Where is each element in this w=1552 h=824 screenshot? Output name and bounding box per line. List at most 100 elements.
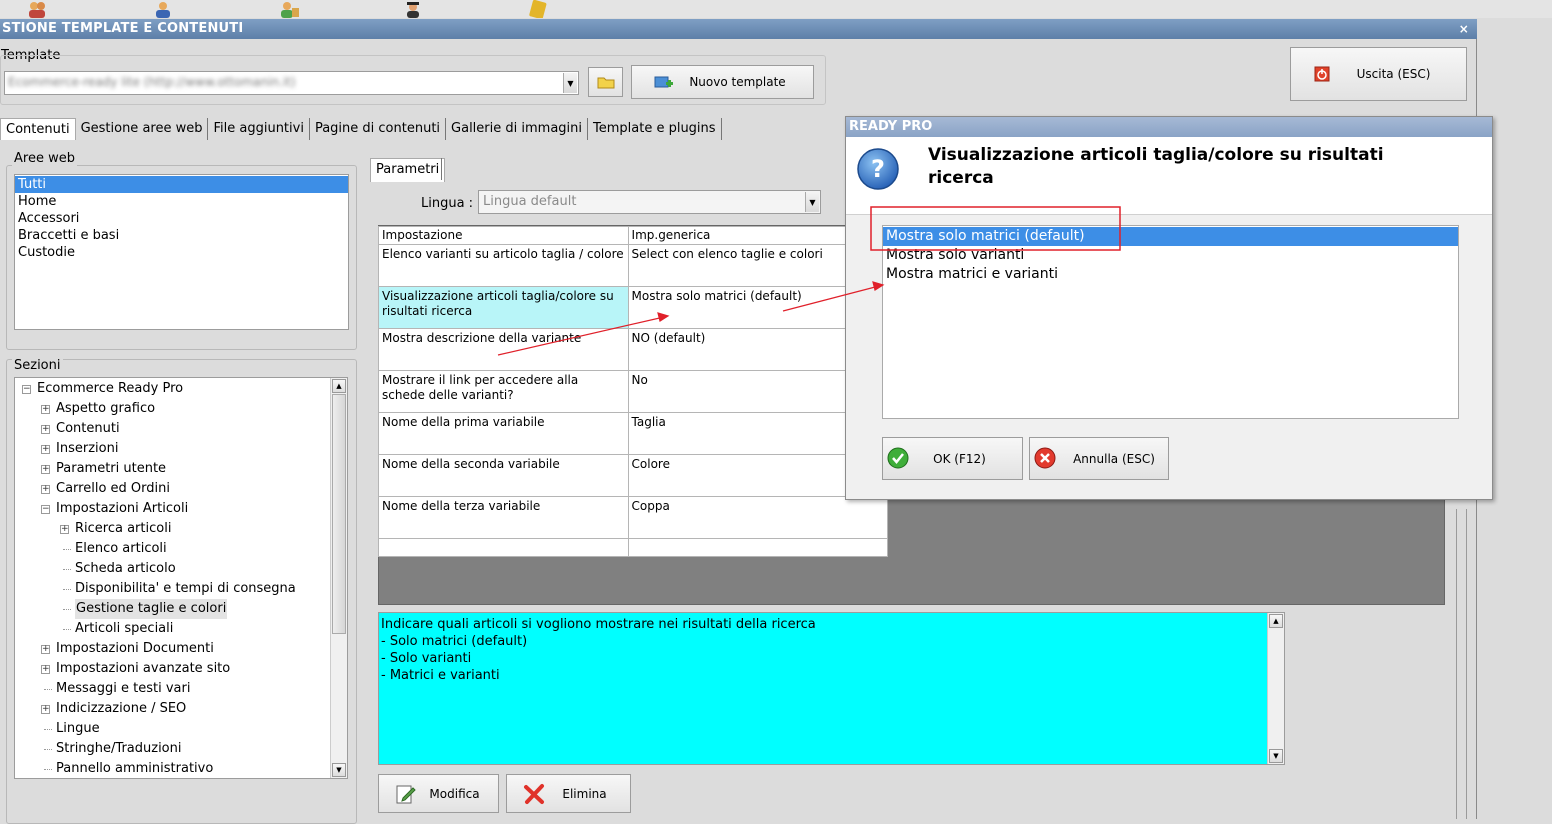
collapse-icon[interactable]: − <box>41 505 50 514</box>
expand-icon[interactable]: + <box>41 485 50 494</box>
list-item[interactable]: Tutti <box>15 176 348 193</box>
setting-cell[interactable]: Elenco varianti su articolo taglia / col… <box>378 244 629 287</box>
expand-icon[interactable]: + <box>41 445 50 454</box>
tree-item[interactable]: Impostazioni Articoli <box>56 499 188 519</box>
tree-item[interactable]: Pannello amministrativo <box>56 759 213 778</box>
modifica-button[interactable]: Modifica <box>378 774 499 813</box>
table-row[interactable]: Elenco varianti su articolo taglia / col… <box>378 244 889 287</box>
parameters-table[interactable]: Impostazione Imp.generica Elenco variant… <box>378 226 889 557</box>
notes-icon[interactable] <box>527 0 549 18</box>
setting-cell[interactable] <box>378 538 629 557</box>
tree-item[interactable]: Impostazioni Documenti <box>56 639 214 659</box>
tree-item[interactable]: Messaggi e testi vari <box>56 679 190 699</box>
dialog-options-list[interactable]: Mostra solo matrici (default) Mostra sol… <box>882 225 1459 419</box>
table-row[interactable] <box>378 538 889 557</box>
tree-item[interactable]: Ecommerce Ready Pro <box>37 379 183 399</box>
tree-item[interactable]: Ricerca articoli <box>75 519 171 539</box>
add-template-icon <box>654 76 673 88</box>
collapse-icon[interactable]: − <box>22 385 31 394</box>
operator-icon[interactable] <box>402 0 424 18</box>
expand-icon[interactable]: + <box>41 705 50 714</box>
scroll-down-icon[interactable]: ▼ <box>332 763 346 777</box>
lingua-select[interactable]: Lingua default ▼ <box>478 190 821 214</box>
expand-icon[interactable]: + <box>60 525 69 534</box>
template-select[interactable]: Ecommerce-ready lite (http://www.ottoman… <box>4 71 579 95</box>
table-row[interactable]: Nome della terza variabile Coppa <box>378 496 889 539</box>
table-row[interactable]: Nome della seconda variabile Colore <box>378 454 889 497</box>
value-cell[interactable]: Coppa <box>627 496 889 539</box>
setting-cell[interactable]: Mostra descrizione della variante <box>378 328 629 371</box>
setting-cell[interactable]: Nome della terza variabile <box>378 496 629 539</box>
delete-icon <box>524 784 544 804</box>
tree-item[interactable]: Impostazioni avanzate sito <box>56 659 230 679</box>
dialog-option[interactable]: Mostra matrici e varianti <box>883 265 1458 284</box>
expand-icon[interactable]: + <box>41 665 50 674</box>
tab-contenuti[interactable]: Contenuti <box>0 118 76 140</box>
table-row[interactable]: Visualizzazione articoli taglia/colore s… <box>378 286 889 329</box>
close-icon[interactable]: × <box>1459 19 1469 39</box>
agents-icon[interactable] <box>152 0 174 18</box>
scroll-thumb[interactable] <box>332 394 346 634</box>
tree-item[interactable]: Stringhe/Traduzioni <box>56 739 182 759</box>
chevron-down-icon[interactable]: ▼ <box>563 73 577 93</box>
scroll-up-icon[interactable]: ▲ <box>332 379 346 393</box>
tab-template-e-plugins[interactable]: Template e plugins <box>588 118 722 140</box>
list-item[interactable]: Custodie <box>15 244 348 261</box>
tree-item[interactable]: Carrello ed Ordini <box>56 479 170 499</box>
scroll-down-icon[interactable]: ▼ <box>1269 749 1283 763</box>
new-template-label: Nuovo template <box>689 75 786 89</box>
tab-file-aggiuntivi[interactable]: File aggiuntivi <box>208 118 310 140</box>
tab-pagine-di-contenuti[interactable]: Pagine di contenuti <box>310 118 447 140</box>
list-item[interactable]: Home <box>15 193 348 210</box>
cancel-label: Annulla (ESC) <box>1073 451 1155 466</box>
lingua-select-value: Lingua default <box>483 194 577 209</box>
tab-gestione-aree-web[interactable]: Gestione aree web <box>76 118 209 140</box>
table-row[interactable]: Nome della prima variabile Taglia <box>378 412 889 455</box>
tree-item[interactable]: Parametri utente <box>56 459 166 479</box>
tab-parametri[interactable]: Parametri <box>370 158 446 182</box>
expand-icon[interactable]: + <box>41 405 50 414</box>
expand-icon[interactable]: + <box>41 465 50 474</box>
elimina-button[interactable]: Elimina <box>506 774 631 813</box>
list-item[interactable]: Braccetti e basi <box>15 227 348 244</box>
tree-item[interactable]: Lingue <box>56 719 100 739</box>
expand-icon[interactable]: + <box>41 645 50 654</box>
table-row[interactable]: Mostrare il link per accedere alla sched… <box>378 370 889 413</box>
setting-cell[interactable]: Visualizzazione articoli taglia/colore s… <box>378 286 629 329</box>
open-folder-button[interactable] <box>588 67 623 97</box>
tree-item[interactable]: Inserzioni <box>56 439 118 459</box>
cancel-button[interactable]: Annulla (ESC) <box>1029 437 1169 480</box>
tree-item[interactable]: Indicizzazione / SEO <box>56 699 186 719</box>
new-template-button[interactable]: Nuovo template <box>631 65 814 99</box>
setting-cell[interactable]: Nome della prima variabile <box>378 412 629 455</box>
tree-item[interactable]: Articoli speciali <box>75 619 173 639</box>
sezioni-tree[interactable]: ▲ ▼ − Ecommerce Ready Pro + Aspetto grafico… <box>14 377 348 779</box>
table-row[interactable]: Mostra descrizione della variante NO (def… <box>378 328 889 371</box>
expand-icon[interactable]: + <box>41 425 50 434</box>
dialog-option[interactable]: Mostra solo matrici (default) <box>883 227 1458 246</box>
scroll-up-icon[interactable]: ▲ <box>1269 614 1283 628</box>
tree-item[interactable]: Aspetto grafico <box>56 399 155 419</box>
list-item[interactable]: Accessori <box>15 210 348 227</box>
description-scrollbar[interactable]: ▲ ▼ <box>1267 613 1284 764</box>
users-icon[interactable] <box>26 0 48 18</box>
exit-button[interactable]: Uscita (ESC) <box>1290 47 1467 101</box>
aree-web-list[interactable]: Tutti Home Accessori Braccetti e basi Cu… <box>14 174 349 330</box>
description-box[interactable]: Indicare quali articoli si vogliono most… <box>378 612 1285 765</box>
dialog-question: Visualizzazione articoli taglia/colore s… <box>928 145 1384 188</box>
tab-gallerie-di-immagini[interactable]: Gallerie di immagini <box>446 118 588 140</box>
tree-item[interactable]: Disponibilita' e tempi di consegna <box>75 579 296 599</box>
chevron-down-icon[interactable]: ▼ <box>805 192 819 212</box>
tree-scrollbar[interactable]: ▲ ▼ <box>330 378 347 778</box>
suppliers-icon[interactable] <box>278 0 300 18</box>
tree-item[interactable]: Scheda articolo <box>75 559 176 579</box>
dialog-option[interactable]: Mostra solo varianti <box>883 246 1458 265</box>
ok-button[interactable]: OK (F12) <box>882 437 1023 480</box>
tree-item[interactable]: Contenuti <box>56 419 120 439</box>
value-cell[interactable] <box>627 538 889 557</box>
tree-item[interactable]: Elenco articoli <box>75 539 167 559</box>
tree-item[interactable]: Gestione taglie e colori <box>75 599 228 619</box>
setting-cell[interactable]: Mostrare il link per accedere alla sched… <box>378 370 629 413</box>
column-header-impostazione[interactable]: Impostazione <box>378 226 629 245</box>
setting-cell[interactable]: Nome della seconda variabile <box>378 454 629 497</box>
